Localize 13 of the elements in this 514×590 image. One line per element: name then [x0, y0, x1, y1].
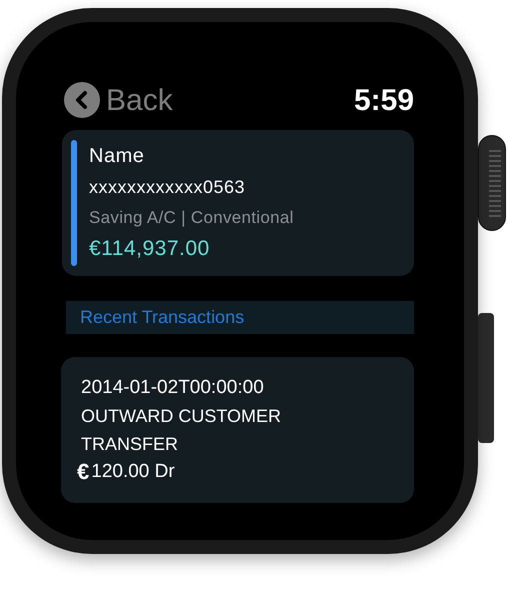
back-icon [64, 82, 100, 118]
account-type: Saving A/C | Conventional [89, 206, 294, 229]
account-balance: €114,937.00 [89, 236, 211, 262]
account-number: xxxxxxxxxxxx0563 [89, 176, 246, 200]
back-button[interactable]: Back [64, 78, 173, 122]
section-title: Recent Transactions [80, 306, 244, 329]
clock-time: 5:59 [354, 82, 414, 118]
transaction-card[interactable]: 2014-01-02T00:00:00 OUTWARD CUSTOMER TRANSFER €120.00 Dr [61, 357, 414, 503]
transaction-date: 2014-01-02T00:00:00 [81, 376, 264, 400]
transaction-description: OUTWARD CUSTOMER TRANSFER [81, 405, 282, 456]
transaction-amount: 120.00 Dr [91, 460, 175, 484]
currency-symbol: € [77, 458, 90, 486]
account-name: Name [89, 144, 146, 169]
